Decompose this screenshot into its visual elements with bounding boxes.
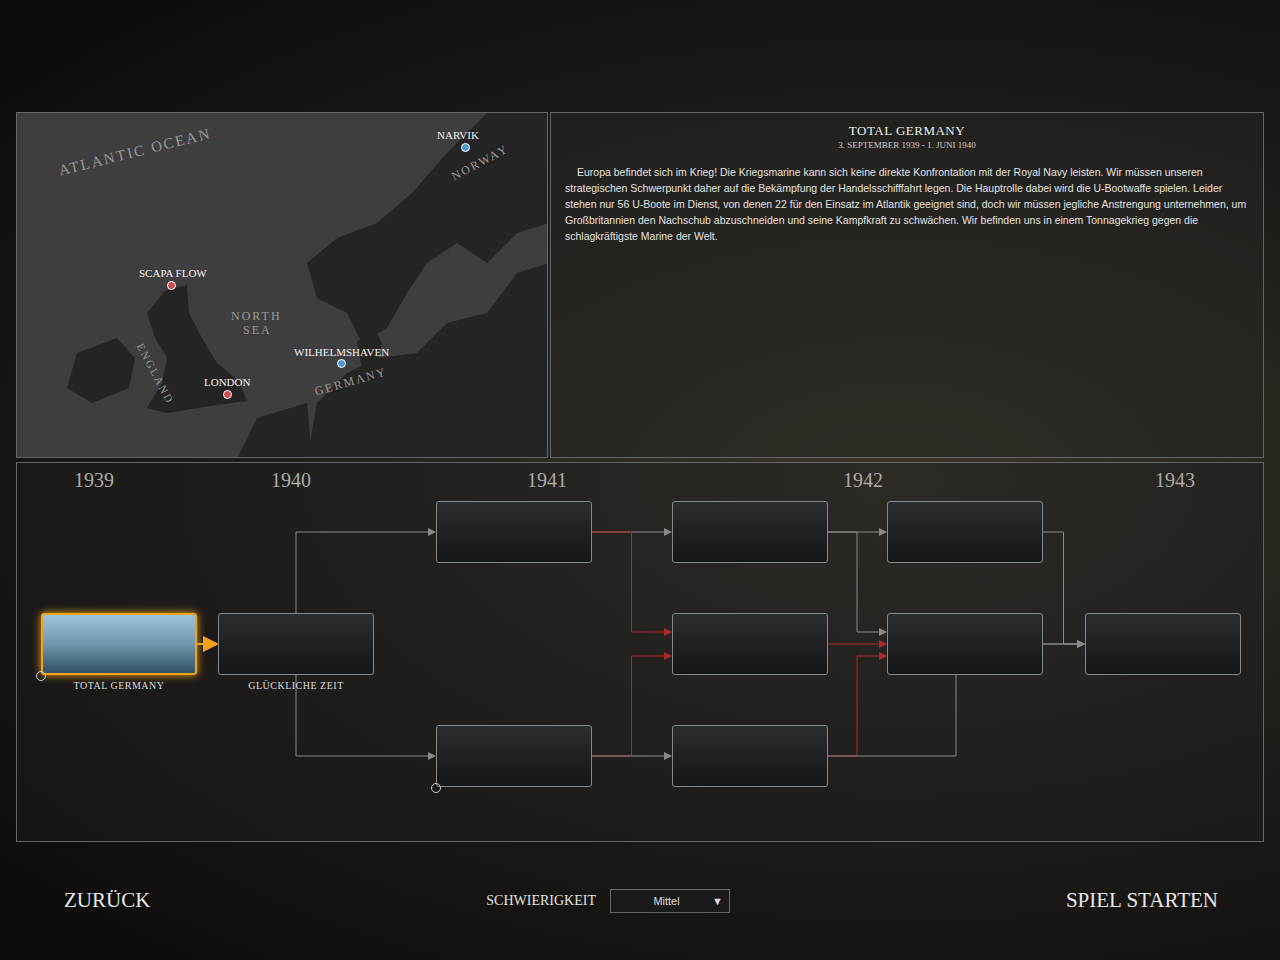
year-label: 1940: [271, 469, 311, 492]
map-pin-icon[interactable]: [337, 359, 346, 368]
map-region-label: NORTH: [231, 309, 282, 324]
map-pin-label: WILHELMSHAVEN: [294, 346, 389, 358]
briefing-title: TOTAL GERMANY: [565, 123, 1249, 139]
campaign-screen: ATLANTIC OCEANNORWAYENGLANDNORTHSEAGERMA…: [0, 0, 1280, 960]
year-label: 1941: [527, 469, 567, 492]
campaign-timeline: 1939 1940 1941 1942 1943 TOTAL GERMANYGLÜCKLI…: [16, 462, 1264, 842]
mission-card[interactable]: [1085, 613, 1241, 675]
mission-card[interactable]: [887, 501, 1043, 563]
year-label: 1943: [1155, 469, 1195, 492]
mission-card[interactable]: [672, 725, 828, 787]
mission-card[interactable]: [672, 613, 828, 675]
timeline-connection: [592, 532, 671, 632]
top-row: ATLANTIC OCEANNORWAYENGLANDNORTHSEAGERMA…: [16, 112, 1264, 458]
difficulty-value: Mittel: [621, 895, 712, 907]
mission-card[interactable]: [672, 501, 828, 563]
timeline-connection: [828, 532, 886, 632]
map-pin-icon[interactable]: [167, 281, 176, 290]
start-marker-icon: [431, 783, 441, 793]
year-label: 1939: [74, 469, 114, 492]
start-game-button[interactable]: SPIEL STARTEN: [1066, 884, 1218, 917]
map-pin-label: NARVIK: [437, 129, 479, 141]
mission-card[interactable]: [41, 613, 197, 675]
timeline-connection: [828, 644, 886, 645]
map-region-label: SEA: [243, 323, 272, 338]
difficulty-label: SCHWIERIGKEIT: [486, 893, 596, 909]
mission-card[interactable]: [436, 725, 592, 787]
map-pin-label: SCAPA FLOW: [139, 267, 207, 279]
start-marker-icon: [36, 671, 46, 681]
year-label: 1942: [843, 469, 883, 492]
briefing-date: 3. SEPTEMBER 1939 - 1. JUNI 1940: [565, 140, 1249, 150]
timeline-connection: [592, 656, 671, 756]
map-region-label: ATLANTIC OCEAN: [57, 125, 213, 179]
mission-card[interactable]: [436, 501, 592, 563]
mission-label: TOTAL GERMANY: [19, 680, 219, 691]
timeline-connection: [197, 643, 217, 645]
map-pin-icon[interactable]: [461, 143, 470, 152]
timeline-connection: [296, 532, 435, 613]
map-pin-icon[interactable]: [223, 390, 232, 399]
briefing-text: Europa befindet sich im Krieg! Die Krieg…: [565, 164, 1249, 244]
mission-card[interactable]: [887, 613, 1043, 675]
timeline-connection: [1043, 532, 1084, 644]
dropdown-arrow-icon[interactable]: ▼: [712, 895, 723, 907]
mission-label: GLÜCKLICHE ZEIT: [196, 680, 396, 691]
difficulty-control: SCHWIERIGKEIT Mittel▼: [486, 889, 730, 913]
map-pin-label: LONDON: [204, 376, 250, 388]
mission-card[interactable]: [218, 613, 374, 675]
map: ATLANTIC OCEANNORWAYENGLANDNORTHSEAGERMA…: [16, 112, 548, 458]
timeline-connection: [828, 656, 886, 756]
footer: ZURÜCK SCHWIERIGKEIT Mittel▼ SPIEL STARTEN: [16, 842, 1264, 960]
briefing-panel: TOTAL GERMANY3. SEPTEMBER 1939 - 1. JUNI…: [550, 112, 1264, 458]
difficulty-dropdown[interactable]: Mittel▼: [610, 889, 730, 913]
timeline-connection: [592, 756, 671, 757]
back-button[interactable]: ZURÜCK: [64, 884, 150, 917]
timeline-connections: [17, 463, 1265, 849]
